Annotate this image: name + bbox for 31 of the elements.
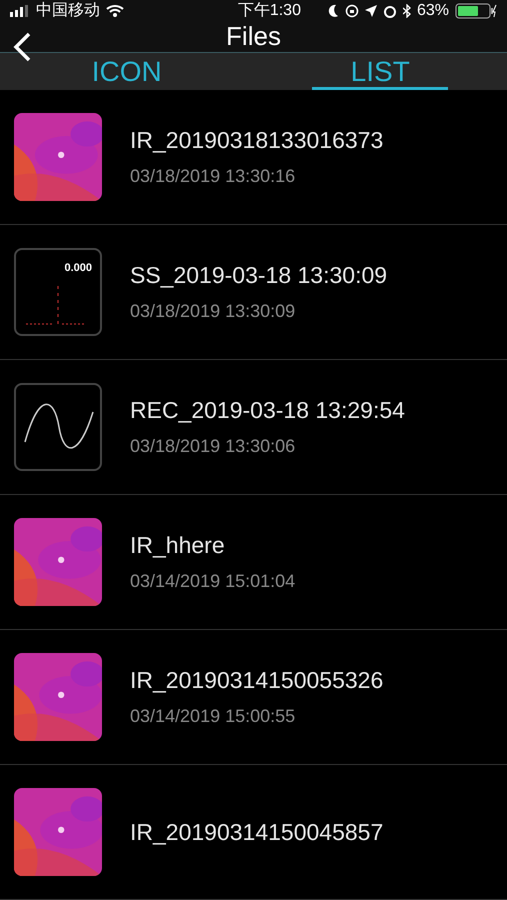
meter-reading: 0.000 xyxy=(64,262,92,274)
file-name: IR_20190314150045857 xyxy=(130,818,384,846)
file-row[interactable]: REC_2019-03-18 13:29:54 03/18/2019 13:30:06 xyxy=(0,360,507,495)
file-date: 03/18/2019 13:30:09 xyxy=(130,301,296,322)
page-title: Files xyxy=(226,21,281,52)
moon-icon xyxy=(326,4,339,18)
file-date: 03/18/2019 13:30:06 xyxy=(130,436,296,457)
location-icon xyxy=(364,4,377,16)
file-date: 03/18/2019 13:30:16 xyxy=(130,166,296,187)
file-name: SS_2019-03-18 13:30:09 xyxy=(130,262,388,289)
signal-icon xyxy=(10,4,30,16)
file-name: REC_2019-03-18 13:29:54 xyxy=(130,397,405,424)
tab[interactable]: ICON xyxy=(0,53,254,90)
tab[interactable]: LIST xyxy=(254,53,507,90)
file-date: 03/14/2019 15:01:04 xyxy=(130,571,296,592)
file-row[interactable]: IR_20190318133016373 03/18/2019 13:30:16 xyxy=(0,90,507,225)
file-row[interactable]: IR_20190314150055326 03/14/2019 15:00:55 xyxy=(0,630,507,765)
file-name: IR_20190318133016373 xyxy=(130,127,384,154)
battery-percentage: 63% xyxy=(416,2,449,20)
file-row[interactable]: 0.000 SS_2019-03-18 13:30:09 03/18/2019 13:30:09 xyxy=(0,225,507,360)
clock-time: 下午1:30 xyxy=(238,1,301,21)
bluetooth-icon xyxy=(402,4,411,18)
file-name: IR_20190314150055326 xyxy=(130,667,384,694)
file-name: IR_hhere xyxy=(130,532,226,559)
back-icon[interactable] xyxy=(12,32,32,62)
battery-icon xyxy=(455,2,497,18)
wifi-icon xyxy=(106,4,124,17)
carrier-name: 中国移动 xyxy=(36,0,100,21)
file-date: 03/14/2019 15:00:55 xyxy=(130,706,296,727)
file-row[interactable]: IR_20190314150045857 xyxy=(0,765,507,900)
file-row[interactable]: IR_hhere 03/14/2019 15:01:04 xyxy=(0,495,507,630)
